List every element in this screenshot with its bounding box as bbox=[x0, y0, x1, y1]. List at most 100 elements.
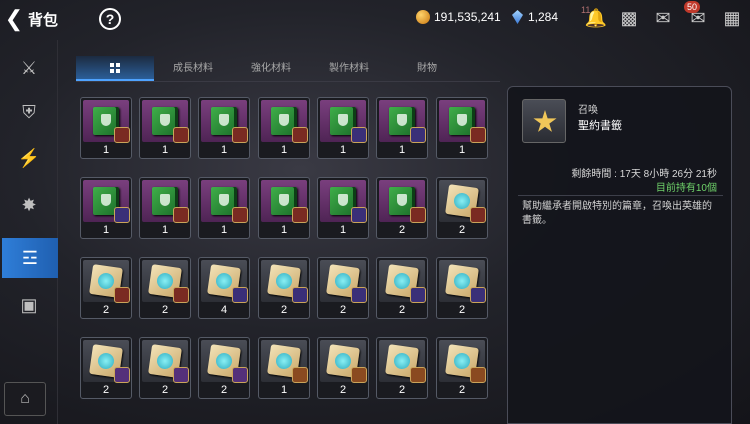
sidebar-item-chest[interactable]: ▣ bbox=[0, 285, 58, 325]
rank-badge-icon bbox=[470, 367, 486, 383]
item-description: 幫助繼承者開啟特別的篇章，召喚出英雄的書籤。 bbox=[522, 201, 712, 226]
rank-badge-icon bbox=[114, 207, 130, 223]
inventory-item[interactable]: 1 bbox=[317, 97, 369, 159]
inventory-item[interactable]: 1 bbox=[198, 177, 250, 239]
shield-off-icon: ⛨ bbox=[22, 101, 36, 122]
item-count: 2 bbox=[458, 384, 466, 396]
inventory-item[interactable]: 2 bbox=[258, 257, 310, 319]
rank-badge-icon bbox=[410, 127, 426, 143]
item-count: 2 bbox=[398, 304, 406, 316]
item-count: 2 bbox=[398, 384, 406, 396]
inventory-item[interactable]: 4 bbox=[198, 257, 250, 319]
top-bar: ❮ 背包 ? 191,535,241 1,284 🔔 11 ▩ ✉ ✉ 50 ▦ bbox=[0, 0, 750, 38]
item-detail-panel: 召喚 聖約書籤 剩餘時間 : 17天 8小時 26分 21秒 目前持有10個 幫… bbox=[507, 86, 732, 424]
chevron-left-icon: ❮ bbox=[4, 6, 24, 31]
summon-bookmark-icon bbox=[522, 99, 566, 143]
rank-badge-icon bbox=[114, 367, 130, 383]
item-count: 4 bbox=[220, 304, 228, 316]
back-button[interactable]: ❮ bbox=[0, 0, 28, 38]
inventory-item[interactable]: 2 bbox=[317, 337, 369, 399]
inventory-item[interactable]: 2 bbox=[139, 257, 191, 319]
rank-badge-icon bbox=[292, 127, 308, 143]
rank-badge-icon bbox=[470, 207, 486, 223]
gold-display: 191,535,241 bbox=[416, 10, 501, 24]
item-count: 1 bbox=[220, 144, 228, 156]
rank-badge-icon bbox=[351, 287, 367, 303]
rank-badge-icon bbox=[232, 367, 248, 383]
help-icon[interactable]: ? bbox=[99, 8, 121, 30]
chat-badge: 50 bbox=[684, 1, 701, 13]
warehouse-icon: ⌂ bbox=[20, 390, 30, 407]
item-count: 1 bbox=[280, 224, 288, 236]
inventory-item[interactable]: 1 bbox=[139, 97, 191, 159]
item-count: 2 bbox=[339, 384, 347, 396]
rank-badge-icon bbox=[173, 127, 189, 143]
inventory-item[interactable]: 1 bbox=[80, 97, 132, 159]
inventory-item[interactable]: 2 bbox=[436, 177, 488, 239]
sidebar-item-inventory[interactable]: ☲ bbox=[2, 238, 58, 278]
rank-badge-icon bbox=[410, 207, 426, 223]
item-count: 2 bbox=[102, 384, 110, 396]
inventory-item[interactable]: 2 bbox=[376, 177, 428, 239]
rank-badge-icon bbox=[292, 367, 308, 383]
tab-craft[interactable]: 製作材料 bbox=[310, 56, 388, 81]
inventory-item[interactable]: 2 bbox=[198, 337, 250, 399]
inventory-item[interactable]: 2 bbox=[376, 337, 428, 399]
rank-badge-icon bbox=[173, 287, 189, 303]
bell-badge: 11 bbox=[581, 5, 591, 15]
item-count: 2 bbox=[161, 384, 169, 396]
guild-icon[interactable]: ▩ bbox=[617, 6, 641, 30]
menu-grid-icon[interactable]: ▦ bbox=[720, 6, 744, 30]
inventory-item[interactable]: 2 bbox=[139, 337, 191, 399]
inventory-item[interactable]: 1 bbox=[376, 97, 428, 159]
inventory-item[interactable]: 2 bbox=[80, 257, 132, 319]
item-type: 召喚 bbox=[578, 105, 598, 116]
sword-lock-icon: ⚔ bbox=[20, 57, 38, 78]
inventory-item[interactable]: 2 bbox=[436, 257, 488, 319]
item-name: 聖約書籤 bbox=[578, 120, 622, 132]
inventory-item[interactable]: 2 bbox=[436, 337, 488, 399]
item-count: 1 bbox=[339, 144, 347, 156]
tab-all[interactable] bbox=[76, 56, 154, 81]
rank-badge-icon bbox=[232, 207, 248, 223]
item-count: 1 bbox=[161, 224, 169, 236]
item-count: 1 bbox=[102, 144, 110, 156]
mail-icon[interactable]: ✉ bbox=[651, 6, 675, 30]
rank-badge-icon bbox=[292, 207, 308, 223]
inventory-item[interactable]: 1 bbox=[258, 97, 310, 159]
item-count: 1 bbox=[398, 144, 406, 156]
sidebar-item-equipment[interactable]: ⚔ bbox=[0, 48, 58, 88]
sidebar-item-skills[interactable]: ⚡ bbox=[0, 138, 58, 178]
chest-icon: ▣ bbox=[20, 294, 38, 315]
rank-badge-icon bbox=[470, 127, 486, 143]
sidebar-item-effects[interactable]: ✸ bbox=[0, 185, 58, 225]
inventory-item[interactable]: 1 bbox=[258, 337, 310, 399]
inventory-item[interactable]: 1 bbox=[317, 177, 369, 239]
rank-badge-icon bbox=[232, 287, 248, 303]
item-count: 2 bbox=[102, 304, 110, 316]
bell-icon[interactable]: 🔔 11 bbox=[581, 5, 608, 30]
tab-treasure[interactable]: 財物 bbox=[388, 56, 466, 81]
inventory-item[interactable]: 1 bbox=[80, 177, 132, 239]
inventory-item[interactable]: 1 bbox=[139, 177, 191, 239]
rank-badge-icon bbox=[470, 287, 486, 303]
inventory-item[interactable]: 1 bbox=[436, 97, 488, 159]
tab-growth[interactable]: 成長材料 bbox=[154, 56, 232, 81]
inventory-item[interactable]: 2 bbox=[376, 257, 428, 319]
inventory-item[interactable]: 1 bbox=[258, 177, 310, 239]
remaining-time: 剩餘時間 : 17天 8小時 26分 21秒 bbox=[571, 169, 717, 180]
inventory-item[interactable]: 2 bbox=[317, 257, 369, 319]
inventory-item[interactable]: 1 bbox=[198, 97, 250, 159]
rank-badge-icon bbox=[232, 127, 248, 143]
inventory-item[interactable]: 2 bbox=[80, 337, 132, 399]
item-count: 2 bbox=[458, 224, 466, 236]
rank-badge-icon bbox=[351, 207, 367, 223]
tab-enhance[interactable]: 強化材料 bbox=[232, 56, 310, 81]
chat-icon[interactable]: ✉ 50 bbox=[684, 1, 710, 30]
warehouse-button[interactable]: ⌂ bbox=[4, 382, 46, 416]
coin-icon bbox=[416, 10, 430, 24]
sidebar: ⚔ ⛨ ⚡ ✸ ☲ ▣ ⌂ bbox=[0, 40, 58, 424]
item-count: 1 bbox=[339, 224, 347, 236]
lightning-icon: ⚡ bbox=[17, 147, 41, 168]
sidebar-item-armor[interactable]: ⛨ bbox=[0, 92, 58, 132]
